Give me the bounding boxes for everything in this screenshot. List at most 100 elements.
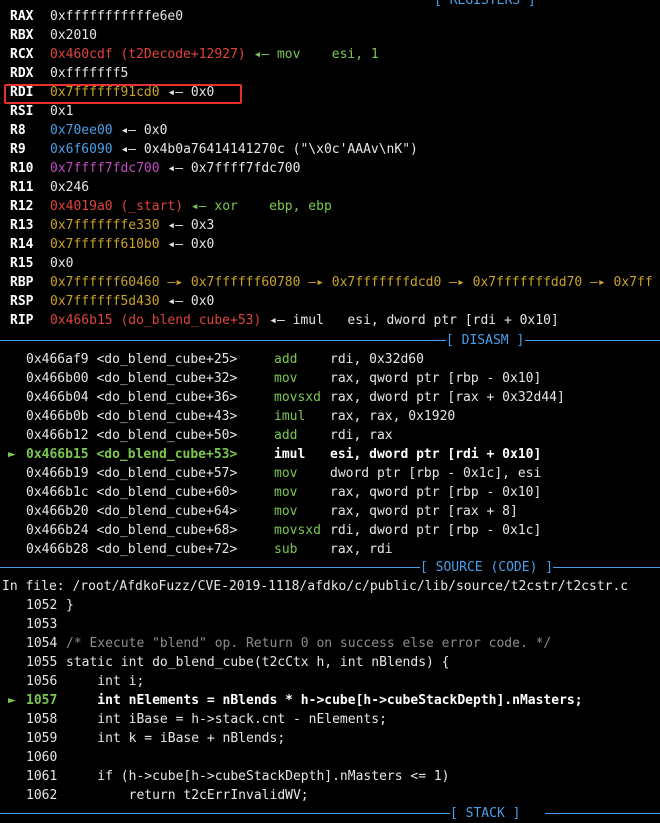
register-value: 0xfffffffffffe6e0 <box>50 7 183 26</box>
source-code-text: int iBase = h->stack.cnt - nElements; <box>66 712 387 727</box>
register-address: 0x4019a0 (_start) <box>50 199 184 214</box>
register-address: 0xfffffffffffe6e0 <box>50 9 184 24</box>
disasm-address: 0x466b15 <do_blend_cube+53> <box>26 447 238 462</box>
stack-label: [ STACK ] <box>450 806 521 821</box>
disasm-address: 0x466af9 <do_blend_cube+25> <box>26 352 238 367</box>
register-value: 0x460cdf (t2Decode+12927) ◂— mov esi, 1 <box>50 45 379 64</box>
register-address: 0x6f6090 <box>50 142 113 157</box>
register-name: RAX <box>10 9 34 24</box>
register-address: 0x246 <box>50 180 90 195</box>
disasm-opcode: mov <box>274 371 298 386</box>
disasm-row-current: ► 0x466b15 <do_blend_cube+53> imul esi, dwo… <box>0 445 660 464</box>
register-deref: ◂— 0x0 <box>112 123 168 138</box>
source-line-number: 1055 <box>26 655 58 670</box>
register-address: 0x7ffffff60460 <box>50 275 160 290</box>
disasm-address: 0x466b24 <do_blend_cube+68> <box>26 523 238 538</box>
register-value: 0x7fffffffe330 ◂— 0x3 <box>50 216 214 235</box>
disasm-address: 0x466b12 <do_blend_cube+50> <box>26 428 238 443</box>
disasm-operands: rdi, dword ptr [rbp - 0x1c] <box>330 523 542 538</box>
register-address: 0x7ffffff5d430 <box>50 294 160 309</box>
disasm-opcode: mov <box>274 504 298 519</box>
source-line-number: 1058 <box>26 712 58 727</box>
source-line: 1055 static int do_blend_cube(t2cCtx h, i… <box>0 653 660 672</box>
register-row: RBP 0x7ffffff60460 —▸ 0x7ffffff60780 —▸ 0… <box>0 273 660 292</box>
disasm-address: 0x466b28 <do_blend_cube+72> <box>26 542 238 557</box>
disasm-address: 0x466b19 <do_blend_cube+57> <box>26 466 238 481</box>
disasm-operands: dword ptr [rbp - 0x1c], esi <box>330 466 542 481</box>
register-address: 0x460cdf (t2Decode+12927) <box>50 47 246 62</box>
register-address: 0x7fffffffe330 <box>50 218 160 233</box>
disasm-operands: rax, rax, 0x1920 <box>330 409 456 424</box>
register-row: RAX 0xfffffffffffe6e0 <box>0 7 660 26</box>
register-row: R9 0x6f6090 ◂— 0x4b0a76414141270c ("\x0c'… <box>0 140 660 159</box>
register-value: 0xfffffff5 <box>50 64 128 83</box>
register-row: R15 0x0 <box>0 254 660 273</box>
disasm-opcode: imul <box>274 447 306 462</box>
register-row: R8 0x70ee00 ◂— 0x0 <box>0 121 660 140</box>
disasm-opcode: sub <box>274 542 298 557</box>
register-value: 0x70ee00 ◂— 0x0 <box>50 121 167 140</box>
register-address: 0x1 <box>50 104 74 119</box>
source-line-number: 1062 <box>26 788 58 803</box>
rdi-highlight-box <box>4 84 242 104</box>
register-deref: ◂— xor ebp, ebp <box>183 199 332 214</box>
register-name: R8 <box>10 123 26 138</box>
register-name: RIP <box>10 313 34 328</box>
disasm-row: 0x466b19 <do_blend_cube+57> mov dword ptr … <box>0 464 660 483</box>
register-value: 0x2010 <box>50 26 97 45</box>
register-address: 0xfffffff5 <box>50 66 129 81</box>
register-value: 0x7ffffff60460 —▸ 0x7ffffff60780 —▸ 0x7f… <box>50 273 653 292</box>
disasm-operands: rax, qword ptr [rbp - 0x10] <box>330 371 542 386</box>
disasm-row: 0x466b00 <do_blend_cube+32> mov rax, qword… <box>0 369 660 388</box>
register-name: RSI <box>10 104 34 119</box>
source-code-text: static int do_blend_cube(t2cCtx h, int n… <box>66 655 450 670</box>
source-separator: [ SOURCE (CODE) ] <box>0 558 660 577</box>
register-name: R12 <box>10 199 34 214</box>
register-row: R14 0x7ffffff610b0 ◂— 0x0 <box>0 235 660 254</box>
disasm-row: 0x466b28 <do_blend_cube+72> sub rax, rdi <box>0 540 660 559</box>
disasm-operands: rdi, rax <box>330 428 393 443</box>
register-deref: ◂— 0x3 <box>159 218 215 233</box>
register-deref: ◂— imul esi, dword ptr [rdi + 0x10] <box>261 313 559 328</box>
source-code-text: return t2cErrInvalidWV; <box>66 788 309 803</box>
register-deref: ◂— 0x7ffff7fdc700 <box>159 161 301 176</box>
register-name: R15 <box>10 256 34 271</box>
register-row: R12 0x4019a0 (_start) ◂— xor ebp, ebp <box>0 197 660 216</box>
source-code-text: int nElements = nBlends * h->cube[h->cub… <box>66 693 583 708</box>
source-line: 1059 int k = iBase + nBlends; <box>0 729 660 748</box>
register-value: 0x466b15 (do_blend_cube+53) ◂— imul esi,… <box>50 311 559 330</box>
source-code-text: /* Execute "blend" op. Return 0 on succe… <box>66 636 552 651</box>
disasm-address: 0x466b1c <do_blend_cube+60> <box>26 485 238 500</box>
register-deref: ◂— 0x0 <box>159 294 215 309</box>
register-name: RDX <box>10 66 34 81</box>
register-value: 0x7ffffff5d430 ◂— 0x0 <box>50 292 214 311</box>
disasm-opcode: add <box>274 352 298 367</box>
source-line: 1056 int i; <box>0 672 660 691</box>
disasm-row: 0x466b24 <do_blend_cube+68> movsxd rdi, dw… <box>0 521 660 540</box>
disasm-row: 0x466b0b <do_blend_cube+43> imul rax, rax,… <box>0 407 660 426</box>
disasm-address: 0x466b04 <do_blend_cube+36> <box>26 390 238 405</box>
source-line-number: 1059 <box>26 731 58 746</box>
register-address: 0x70ee00 <box>50 123 113 138</box>
disasm-row: 0x466b04 <do_blend_cube+36> movsxd rax, dw… <box>0 388 660 407</box>
disasm-address: 0x466b00 <do_blend_cube+32> <box>26 371 238 386</box>
register-row: RSI 0x1 <box>0 102 660 121</box>
disasm-opcode: add <box>274 428 298 443</box>
source-line: 1061 if (h->cube[h->cubeStackDepth].nMas… <box>0 767 660 786</box>
source-code-text: if (h->cube[h->cubeStackDepth].nMasters … <box>66 769 450 784</box>
register-row: RSP 0x7ffffff5d430 ◂— 0x0 <box>0 292 660 311</box>
source-line-number: 1052 <box>26 598 58 613</box>
register-address: 0x7ffffff610b0 <box>50 237 160 252</box>
disasm-opcode: mov <box>274 485 298 500</box>
disasm-separator: [ DISASM ] <box>0 331 660 350</box>
disasm-operands: rax, dword ptr [rax + 0x32d44] <box>330 390 565 405</box>
register-name: RBX <box>10 28 34 43</box>
register-name: RSP <box>10 294 34 309</box>
source-line-number: 1061 <box>26 769 58 784</box>
register-value: 0x246 <box>50 178 89 197</box>
register-value: 0x1 <box>50 102 73 121</box>
disasm-row: 0x466b20 <do_blend_cube+64> mov rax, qword… <box>0 502 660 521</box>
disasm-address: 0x466b0b <do_blend_cube+43> <box>26 409 238 424</box>
source-line-number: 1053 <box>26 617 58 632</box>
register-name: R14 <box>10 237 34 252</box>
